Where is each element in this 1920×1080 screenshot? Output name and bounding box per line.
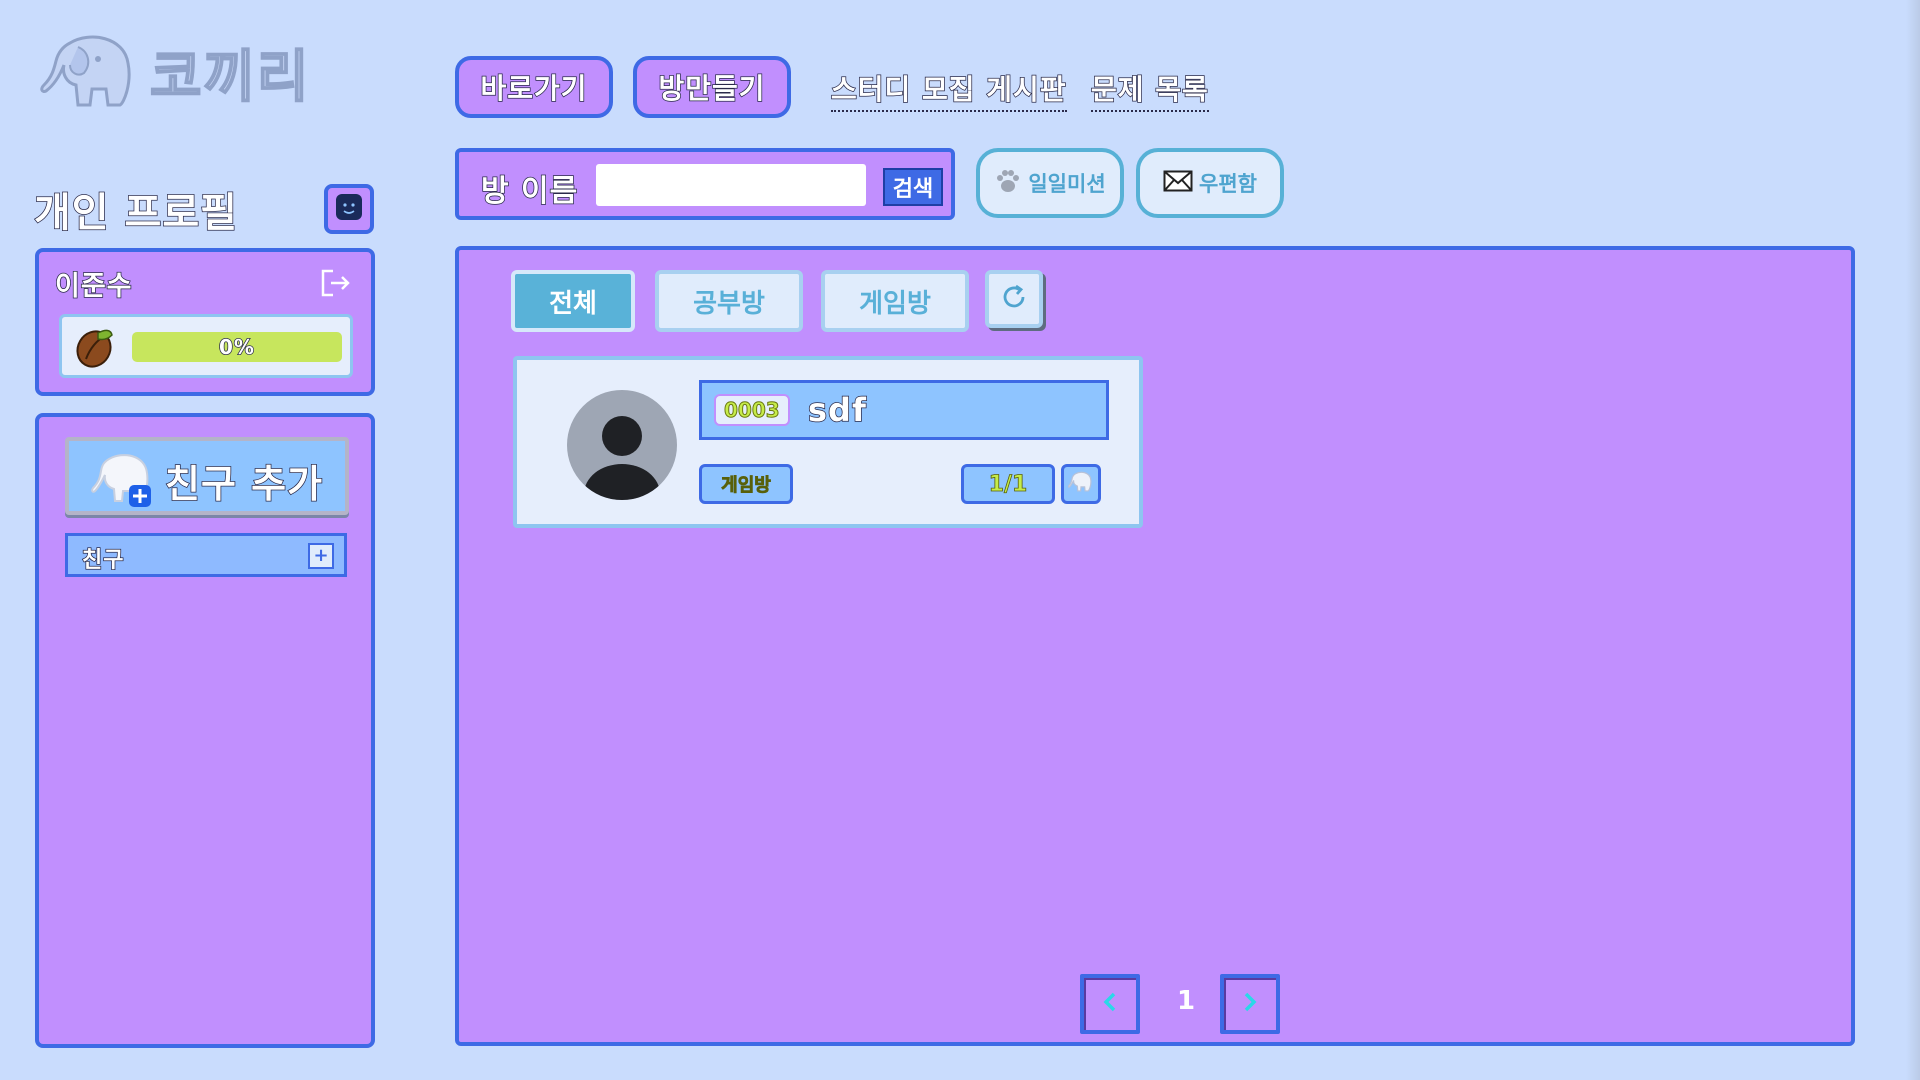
profile-title: 개인 프로필 — [33, 189, 238, 237]
experience-progress-bar: 0% — [132, 332, 342, 362]
problem-list-link[interactable]: 문제 목록 — [1090, 68, 1209, 112]
room-member-count: 1/1 — [961, 464, 1055, 504]
profile-card: 이준수 0% — [35, 248, 375, 396]
room-title: sdf — [807, 390, 867, 430]
current-page-number: 1 — [1176, 986, 1196, 1016]
profile-face-button[interactable] — [324, 184, 374, 234]
app-logo[interactable]: 코끼리 — [40, 32, 311, 113]
shortcut-button[interactable]: 바로가기 — [455, 56, 613, 118]
room-search-bar: 방 이름 검색 — [455, 148, 955, 220]
profile-name: 이준수 — [54, 270, 133, 303]
tab-study-room[interactable]: 공부방 — [655, 270, 803, 332]
mail-icon — [1163, 170, 1193, 197]
room-type-badge: 게임방 — [699, 464, 793, 504]
daily-mission-label: 일일미션 — [1028, 172, 1106, 196]
next-page-button[interactable] — [1220, 974, 1280, 1034]
search-label: 방 이름 — [480, 173, 579, 210]
add-friend-button[interactable]: 친구 추가 — [65, 437, 349, 515]
smile-face-icon — [334, 192, 364, 226]
friend-group-add-button[interactable]: + — [308, 543, 334, 569]
chevron-left-icon — [1101, 991, 1119, 1017]
elephant-logo-icon — [40, 33, 136, 113]
add-friend-label: 친구 추가 — [164, 461, 324, 507]
tab-all[interactable]: 전체 — [511, 270, 635, 332]
elephant-plus-icon — [91, 451, 155, 511]
friend-group-label: 친구 — [81, 547, 125, 574]
refresh-button[interactable] — [985, 270, 1043, 328]
study-board-link[interactable]: 스터디 모집 게시판 — [830, 68, 1067, 112]
daily-mission-button[interactable]: 일일미션 — [976, 148, 1124, 218]
logout-icon[interactable] — [319, 268, 351, 302]
window-edge-shadow — [1906, 0, 1920, 1080]
friends-panel: 친구 추가 친구 + — [35, 413, 375, 1048]
seed-icon — [72, 325, 116, 373]
elephant-icon — [1067, 470, 1094, 498]
room-id-badge: 0003 — [714, 394, 790, 426]
paw-icon — [994, 167, 1022, 200]
app-logo-text: 코끼리 — [149, 44, 311, 111]
chevron-right-icon — [1241, 991, 1259, 1017]
create-room-button[interactable]: 방만들기 — [633, 56, 791, 118]
friend-group[interactable]: 친구 + — [65, 533, 347, 577]
room-list-panel: 전체 공부방 게임방 0003 sdf 게임방 1/1 1 — [455, 246, 1855, 1046]
room-title-bar: 0003 sdf — [699, 380, 1109, 440]
room-name-input[interactable] — [596, 164, 866, 206]
mailbox-label: 우편함 — [1199, 172, 1257, 196]
search-button[interactable]: 검색 — [883, 168, 943, 206]
progress-panel: 0% — [59, 314, 353, 378]
prev-page-button[interactable] — [1080, 974, 1140, 1034]
mailbox-button[interactable]: 우편함 — [1136, 148, 1284, 218]
tab-game-room[interactable]: 게임방 — [821, 270, 969, 332]
progress-text: 0% — [218, 334, 255, 360]
refresh-icon — [999, 282, 1029, 316]
room-host-avatar — [1061, 464, 1101, 504]
room-avatar — [567, 390, 677, 500]
room-card[interactable]: 0003 sdf 게임방 1/1 — [513, 356, 1143, 528]
